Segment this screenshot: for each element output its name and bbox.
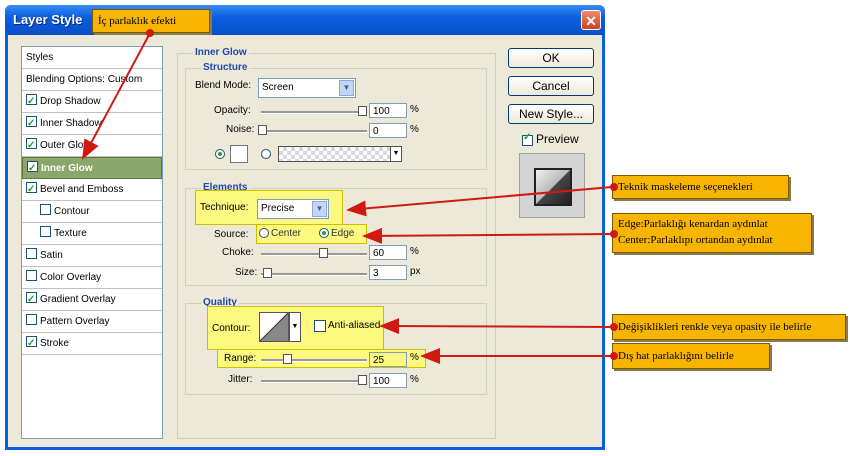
arrow-contour: [379, 318, 613, 335]
arrow-dot-inner-glow: [146, 29, 154, 37]
annotation-arrows: [82, 29, 618, 364]
arrow-inner-glow: [82, 32, 151, 160]
arrow-source: [362, 227, 613, 244]
arrow-technique: [346, 186, 613, 217]
